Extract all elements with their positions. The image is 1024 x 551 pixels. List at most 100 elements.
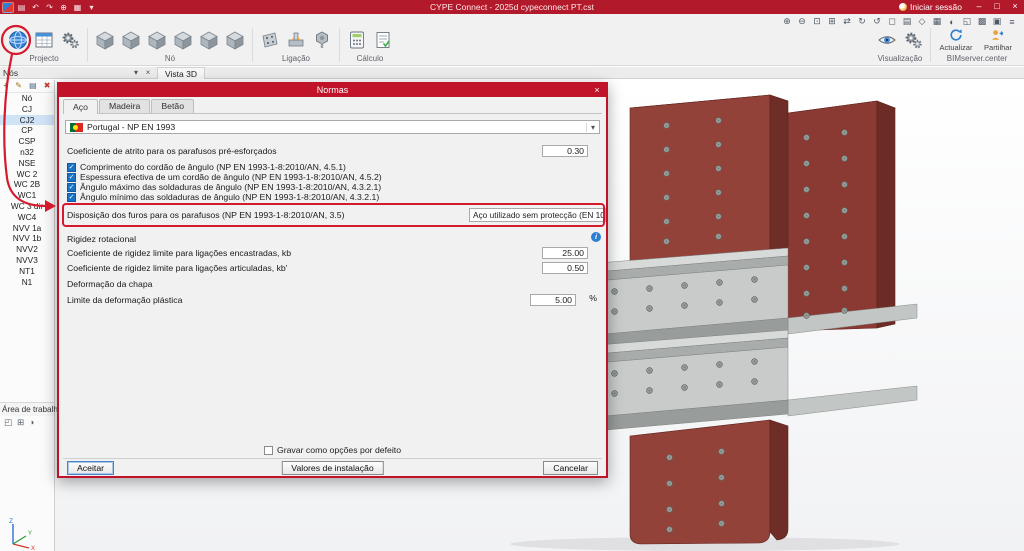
node-list-item-selected[interactable]: CJ2 <box>0 114 54 126</box>
actualizar-button[interactable]: Actualizar <box>936 27 976 52</box>
edit-node-icon[interactable]: ✎ <box>15 80 22 92</box>
stiffness-fixed-input[interactable]: 25.00 <box>542 246 588 259</box>
holes-combo[interactable]: Aço utilizado sem protecção (EN 10025-5)… <box>469 208 606 222</box>
maximize-button[interactable]: □ <box>988 0 1006 14</box>
dialog-separator <box>63 458 602 459</box>
workspace-grid-icon[interactable]: ◰ <box>4 417 12 428</box>
check-weld-min-angle[interactable]: ✓ Ângulo mínimo das soldaduras de ângulo… <box>67 192 379 202</box>
delete-node-icon[interactable] <box>223 27 247 53</box>
workspace-orbit-icon[interactable]: ◑ <box>29 417 34 428</box>
tab-vista-3d[interactable]: Vista 3D <box>157 66 205 79</box>
new-node-icon[interactable] <box>93 27 117 53</box>
app-window: ▤ ↶ ↷ ⊕ ▦ ▾ CYPE Connect - 2025d cypecon… <box>0 0 1024 551</box>
stiffness-pinned-input[interactable]: 0.50 <box>542 261 588 274</box>
plastic-strain-input[interactable]: 5.00 <box>530 293 576 306</box>
dialog-title: Normas <box>316 85 349 95</box>
dialog-titlebar[interactable]: Normas × <box>59 84 606 97</box>
node-list-item[interactable]: NVV 1a <box>0 223 54 234</box>
ribbon-group-no: Nó <box>89 25 251 65</box>
installation-values-button[interactable]: Valores de instalação <box>281 461 384 475</box>
node-list-item[interactable]: N1 <box>0 277 54 288</box>
plastic-strain-label: Limite da deformação plástica <box>67 294 183 305</box>
node-list-item[interactable]: NVV2 <box>0 244 54 255</box>
tab-list-menu-icon[interactable]: ▾ <box>130 68 142 77</box>
node-list: Nó CJ CJ2 CP CSP n32 NSE WC 2 WC 2B WC1 … <box>0 93 54 287</box>
save-as-default-checkbox[interactable]: Gravar como opções por defeito <box>59 445 606 455</box>
app-logo-icon <box>2 1 14 13</box>
copy-node-icon[interactable] <box>145 27 169 53</box>
check-weld-max-angle[interactable]: ✓ Ângulo máximo das soldaduras de ângulo… <box>67 182 381 192</box>
node-list-item[interactable]: CSP <box>0 136 54 147</box>
node-list-item[interactable]: WC1 <box>0 190 54 201</box>
minimize-button[interactable]: – <box>970 0 988 14</box>
node-list-item[interactable]: CJ <box>0 104 54 115</box>
checkbox-checked-icon: ✓ <box>67 182 76 192</box>
project-settings-icon[interactable] <box>58 27 82 53</box>
check-weld-length[interactable]: ✓ Comprimento do cordão de ângulo (NP EN… <box>67 162 346 172</box>
check-weld-thickness[interactable]: ✓ Espessura efectiva de um cordão de âng… <box>67 172 382 182</box>
render-settings-icon[interactable] <box>901 27 925 53</box>
close-button[interactable]: × <box>1006 0 1024 14</box>
stiffness-section-label: Rigidez rotacional <box>67 234 137 244</box>
workspace-window-icon[interactable]: ⊞ <box>17 417 24 428</box>
node-list-item[interactable]: NVV 1b <box>0 233 54 244</box>
calculate-icon[interactable] <box>345 27 369 53</box>
node-list-item[interactable]: WC4 <box>0 212 54 223</box>
axis-x-label: X <box>31 546 35 550</box>
signin-button[interactable]: Iniciar sessão <box>891 2 970 12</box>
zoom-icon[interactable]: ⊕ <box>57 1 70 13</box>
welds-icon[interactable] <box>284 27 308 53</box>
node-list-item[interactable]: WC 2 <box>0 169 54 180</box>
tab-close-icon[interactable]: × <box>142 68 154 77</box>
import-node-icon[interactable] <box>171 27 195 53</box>
plastic-strain-row: Limite da deformação plástica 5.00 % <box>67 293 598 306</box>
checkbox-unchecked-icon <box>263 445 273 455</box>
plates-icon[interactable] <box>258 27 282 53</box>
accept-button[interactable]: Aceitar <box>67 461 115 475</box>
chevron-down-icon: ▾ <box>585 122 595 132</box>
node-list-item[interactable]: WC 3 dir <box>0 201 54 212</box>
node-list-item[interactable]: NVV3 <box>0 255 54 266</box>
tables-icon[interactable]: ▦ <box>71 1 84 13</box>
node-list-item[interactable]: NSE <box>0 158 54 169</box>
group-label-no: Nó <box>164 54 176 63</box>
cancel-button[interactable]: Cancelar <box>543 461 598 475</box>
group-label-calculo: Cálculo <box>356 54 384 63</box>
dialog-close-icon[interactable]: × <box>591 84 603 96</box>
country-standard-value: Portugal - NP EN 1993 <box>87 122 176 132</box>
display-options-icon[interactable] <box>875 27 899 53</box>
node-list-item[interactable]: NT1 <box>0 266 54 277</box>
delete-node-icon[interactable]: ✖ <box>44 80 51 92</box>
percent-unit-label: % <box>589 293 597 303</box>
check-label: Comprimento do cordão de ângulo (NP EN 1… <box>80 162 346 172</box>
node-list-item[interactable]: CP <box>0 125 54 136</box>
copy-node-icon[interactable]: ▤ <box>29 80 37 92</box>
nodes-sidebar: + ✎ ▤ ✖ Nó CJ CJ2 CP CSP n32 NSE WC 2 WC… <box>0 80 63 551</box>
edit-node-icon[interactable] <box>119 27 143 53</box>
node-list-item[interactable]: n32 <box>0 147 54 158</box>
bolts-icon[interactable] <box>310 27 334 53</box>
ribbon-group-ligacao: Ligação <box>254 25 338 65</box>
node-list-item[interactable]: WC 2B <box>0 179 54 190</box>
country-standard-select[interactable]: Portugal - NP EN 1993 ▾ <box>65 120 600 134</box>
partilhar-button[interactable]: Partilhar <box>978 27 1018 52</box>
tab-aco[interactable]: Aço <box>63 99 98 114</box>
project-tables-icon[interactable] <box>32 27 56 53</box>
tab-madeira[interactable]: Madeira <box>98 99 151 113</box>
info-icon[interactable]: i <box>591 232 601 242</box>
export-node-icon[interactable] <box>197 27 221 53</box>
undo-icon[interactable]: ↶ <box>29 1 42 13</box>
tab-betao[interactable]: Betão <box>151 99 195 113</box>
redo-icon[interactable]: ↷ <box>43 1 56 13</box>
group-label-projecto: Projecto <box>29 54 59 63</box>
project-globe-icon[interactable] <box>6 27 30 53</box>
friction-input[interactable]: 0.30 <box>542 144 588 157</box>
signin-icon <box>899 3 908 11</box>
friction-label: Coeficiente de atrito para os parafusos … <box>67 145 277 156</box>
add-node-icon[interactable]: + <box>4 80 9 92</box>
quickbar-menu-icon[interactable]: ▾ <box>85 1 98 13</box>
node-list-item[interactable]: Nó <box>0 93 54 104</box>
holes-row: Disposição dos furos para os parafusos (… <box>67 208 456 221</box>
save-icon[interactable]: ▤ <box>15 1 28 13</box>
results-icon[interactable] <box>371 27 395 53</box>
